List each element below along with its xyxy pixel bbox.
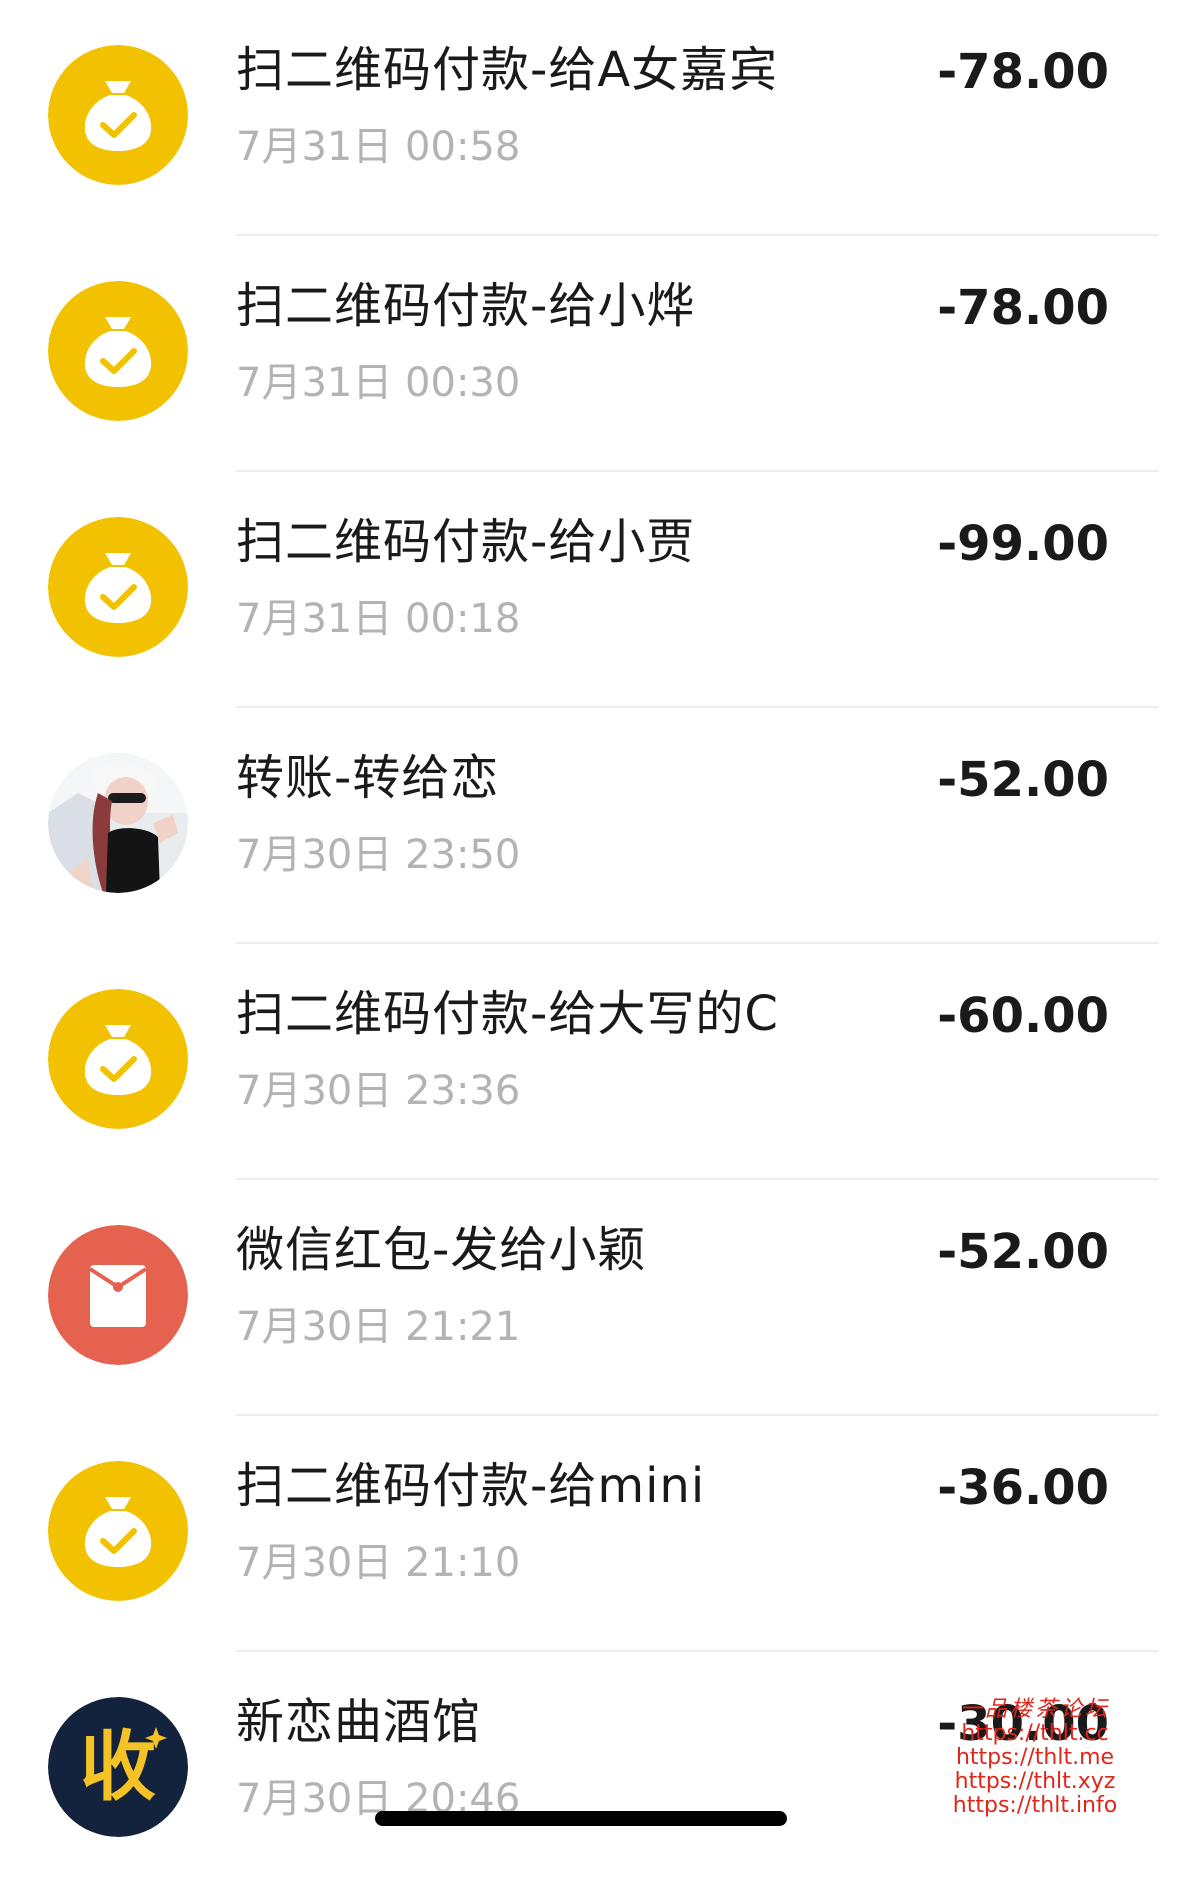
transaction-row[interactable]: 扫二维码付款-给大写的C 7月30日 23:36 -60.00 [0, 944, 1179, 1180]
transaction-amount: -36.00 [937, 1460, 1109, 1516]
transaction-amount: -60.00 [937, 988, 1109, 1044]
transaction-time: 7月31日 00:30 [236, 360, 521, 406]
transaction-amount: -52.00 [937, 1224, 1109, 1280]
transaction-amount: -99.00 [937, 516, 1109, 572]
transaction-amount: -52.00 [937, 752, 1109, 808]
merchant-collect-icon: 收 [48, 1697, 188, 1837]
transaction-time: 7月31日 00:18 [236, 596, 521, 642]
transaction-row[interactable]: 扫二维码付款-给mini 7月30日 21:10 -36.00 [0, 1416, 1179, 1652]
transaction-title: 扫二维码付款-给mini [236, 1458, 706, 1514]
watermark-url: https://thlt.info [952, 1793, 1118, 1818]
transaction-title: 扫二维码付款-给A女嘉宾 [236, 42, 779, 98]
watermark-url: https://thlt.me [955, 1745, 1115, 1770]
user-avatar-photo [48, 753, 188, 893]
transaction-time: 7月30日 23:50 [236, 832, 521, 878]
red-packet-icon [48, 1225, 188, 1365]
transaction-title: 转账-转给恋 [236, 750, 500, 806]
merchant-icon-glyph: 收 [80, 1722, 156, 1811]
money-bag-check-icon [48, 517, 188, 657]
transaction-row[interactable]: 微信红包-发给小颖 7月30日 21:21 -52.00 [0, 1180, 1179, 1416]
transaction-amount: -78.00 [937, 44, 1109, 100]
home-indicator[interactable] [375, 1811, 787, 1826]
transaction-time: 7月30日 23:36 [236, 1068, 521, 1114]
transaction-title: 新恋曲酒馆 [236, 1694, 482, 1750]
transaction-row[interactable]: 扫二维码付款-给小贾 7月31日 00:18 -99.00 [0, 472, 1179, 708]
money-bag-check-icon [48, 1461, 188, 1601]
transaction-row[interactable]: 扫二维码付款-给小烨 7月31日 00:30 -78.00 [0, 236, 1179, 472]
watermark-title: 一品楼茶论坛 [959, 1697, 1110, 1722]
transaction-time: 7月30日 21:10 [236, 1540, 521, 1586]
money-bag-check-icon [48, 281, 188, 421]
money-bag-check-icon [48, 45, 188, 185]
transaction-time: 7月30日 21:21 [236, 1304, 521, 1350]
watermark: 一品楼茶论坛 https://thlt.cc https://thlt.me h… [940, 1698, 1130, 1818]
transaction-title: 微信红包-发给小颖 [236, 1222, 647, 1278]
transaction-row[interactable]: 扫二维码付款-给A女嘉宾 7月31日 00:58 -78.00 [0, 0, 1179, 236]
transaction-title: 扫二维码付款-给小烨 [236, 278, 696, 334]
money-bag-check-icon [48, 989, 188, 1129]
transaction-row[interactable]: 转账-转给恋 7月30日 23:50 -52.00 [0, 708, 1179, 944]
transaction-amount: -78.00 [937, 280, 1109, 336]
watermark-url: https://thlt.xyz [954, 1769, 1116, 1794]
transaction-time: 7月31日 00:58 [236, 124, 521, 170]
transaction-list: 扫二维码付款-给A女嘉宾 7月31日 00:58 -78.00 扫二维码付款-给… [0, 0, 1179, 1880]
watermark-url: https://thlt.cc [961, 1721, 1109, 1746]
transaction-title: 扫二维码付款-给大写的C [236, 986, 779, 1042]
transaction-title: 扫二维码付款-给小贾 [236, 514, 696, 570]
